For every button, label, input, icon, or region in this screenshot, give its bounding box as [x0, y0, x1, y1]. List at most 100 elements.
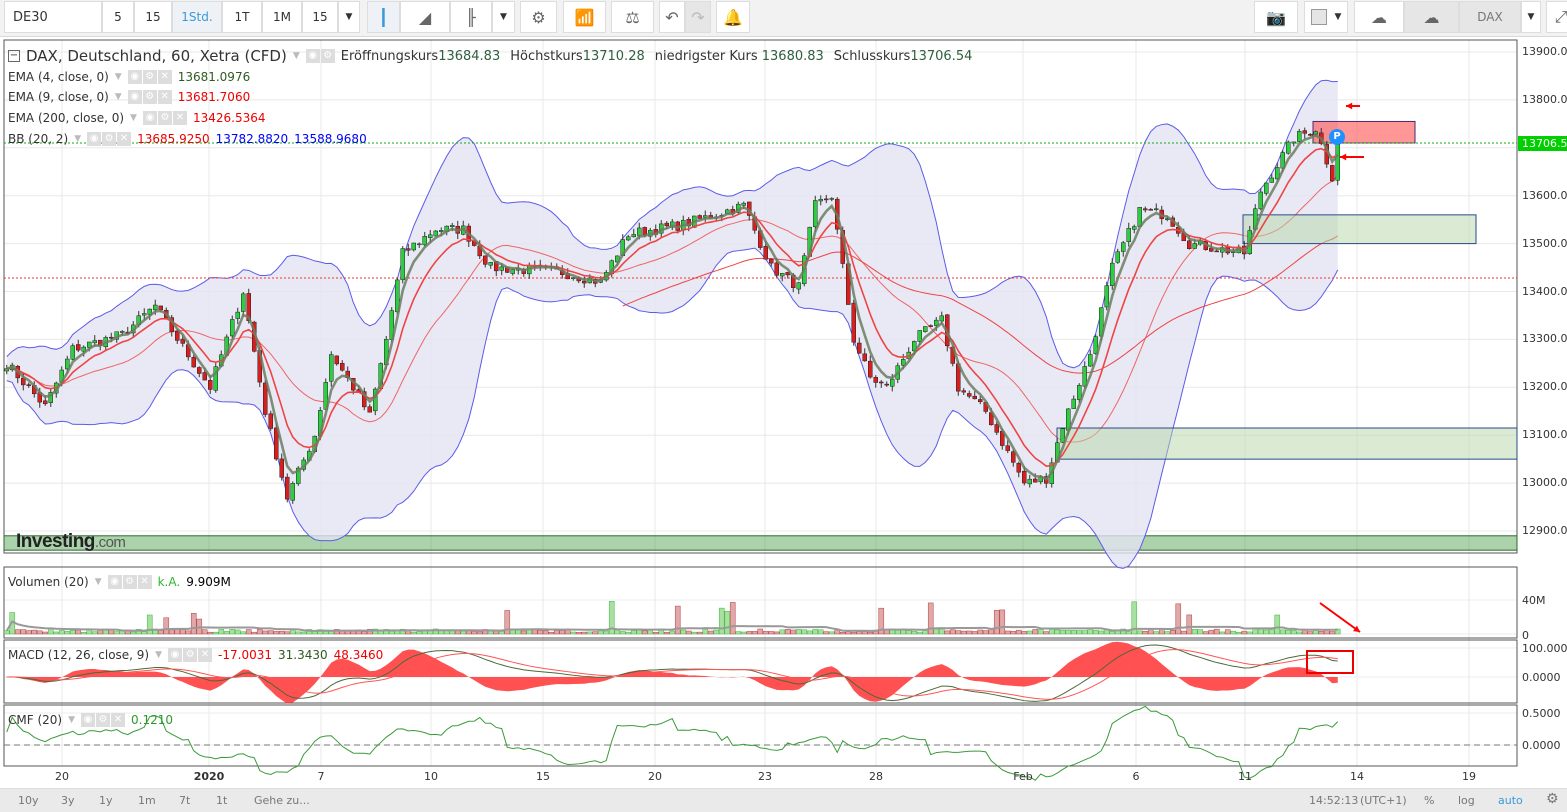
- volume-label[interactable]: Volumen (20): [8, 575, 89, 589]
- interval-1m[interactable]: 1M: [262, 1, 302, 33]
- high-value: 13710.28: [582, 48, 645, 64]
- goto-button[interactable]: Gehe zu...: [254, 794, 310, 807]
- volume-bar: [784, 629, 791, 635]
- close-icon[interactable]: ✕: [137, 575, 152, 589]
- gear-icon[interactable]: ⚙: [102, 132, 117, 146]
- eye-icon[interactable]: ◉: [107, 575, 122, 589]
- eye-icon[interactable]: ◉: [127, 70, 142, 84]
- range-3y[interactable]: 3y: [61, 794, 75, 807]
- close-icon[interactable]: ✕: [111, 713, 126, 727]
- series-title[interactable]: DAX, Deutschland, 60, Xetra (CFD): [26, 47, 287, 65]
- close-icon[interactable]: ✕: [117, 132, 132, 146]
- volume-bar: [42, 631, 49, 635]
- chevron-down-icon[interactable]: ▼: [68, 715, 75, 725]
- eye-icon[interactable]: ◉: [142, 111, 157, 125]
- indicator-controls[interactable]: ◉ ⚙ ✕: [127, 70, 172, 84]
- chevron-down-icon[interactable]: ▼: [115, 92, 122, 102]
- indicator-controls[interactable]: ◉ ⚙ ✕: [107, 575, 152, 589]
- interval-dropdown[interactable]: ▼: [338, 1, 360, 33]
- range-1y[interactable]: 1y: [99, 794, 113, 807]
- series-controls[interactable]: ◉ ⚙: [305, 49, 335, 63]
- gear-icon[interactable]: ⚙: [142, 90, 157, 104]
- indicator-controls[interactable]: ◉ ⚙ ✕: [142, 111, 187, 125]
- layout-select[interactable]: DAX: [1459, 1, 1521, 33]
- layout-dropdown[interactable]: ▼: [1521, 1, 1541, 33]
- fullscreen-button[interactable]: ⤢: [1546, 1, 1567, 33]
- percent-toggle[interactable]: %: [1424, 794, 1434, 807]
- eye-icon[interactable]: ◉: [87, 132, 102, 146]
- eye-icon[interactable]: ◉: [127, 90, 142, 104]
- chevron-down-icon[interactable]: ▼: [155, 650, 162, 660]
- clock-timezone[interactable]: (UTC+1): [1360, 794, 1407, 807]
- interval-15[interactable]: 15: [134, 1, 172, 33]
- candle: [1187, 240, 1192, 250]
- close-icon[interactable]: ✕: [157, 70, 172, 84]
- area-chart-button[interactable]: ◢: [400, 1, 450, 33]
- bb-label[interactable]: BB (20, 2): [8, 132, 68, 146]
- gear-icon[interactable]: ⚙: [183, 648, 198, 662]
- range-10y[interactable]: 10y: [18, 794, 39, 807]
- interval-1h[interactable]: 1Std.: [172, 1, 222, 33]
- indicator-controls[interactable]: ◉ ⚙ ✕: [168, 648, 213, 662]
- candle: [263, 382, 268, 415]
- indicator-controls[interactable]: ◉ ⚙ ✕: [127, 90, 172, 104]
- indicator-controls[interactable]: ◉ ⚙ ✕: [87, 132, 132, 146]
- candle: [1005, 445, 1010, 451]
- bar-chart-button[interactable]: ╟: [450, 1, 492, 33]
- ema4-label[interactable]: EMA (4, close, 0): [8, 70, 109, 84]
- macd-label[interactable]: MACD (12, 26, close, 9): [8, 648, 149, 662]
- gear-icon[interactable]: ⚙: [122, 575, 137, 589]
- close-icon[interactable]: ✕: [172, 111, 187, 125]
- candle: [972, 395, 977, 400]
- symbol-input[interactable]: DE30: [4, 1, 102, 33]
- candles-button[interactable]: ┃: [367, 1, 400, 33]
- eye-icon[interactable]: ◉: [305, 49, 320, 63]
- chevron-down-icon[interactable]: ▼: [115, 72, 122, 82]
- volume-bar: [36, 630, 43, 635]
- alert-button[interactable]: 🔔: [716, 1, 750, 33]
- gear-icon[interactable]: ⚙: [1546, 791, 1559, 807]
- screenshot-button[interactable]: 📷: [1254, 1, 1298, 33]
- redo-button[interactable]: ↷: [685, 1, 711, 33]
- gear-icon[interactable]: ⚙: [96, 713, 111, 727]
- compare-button[interactable]: ⚖: [611, 1, 654, 33]
- range-1m[interactable]: 1m: [138, 794, 156, 807]
- range-7t[interactable]: 7t: [179, 794, 190, 807]
- chart-type-dropdown[interactable]: ▼: [492, 1, 515, 33]
- close-icon[interactable]: ✕: [198, 648, 213, 662]
- volume-bar: [806, 630, 813, 635]
- candle: [923, 326, 928, 332]
- gear-icon[interactable]: ⚙: [142, 70, 157, 84]
- collapse-icon[interactable]: −: [8, 50, 20, 62]
- interval-5[interactable]: 5: [102, 1, 134, 33]
- candle: [76, 344, 81, 351]
- ema9-label[interactable]: EMA (9, close, 0): [8, 90, 109, 104]
- interval-custom[interactable]: 15: [302, 1, 338, 33]
- ema200-label[interactable]: EMA (200, close, 0): [8, 111, 124, 125]
- close-icon[interactable]: ✕: [157, 90, 172, 104]
- eye-icon[interactable]: ◉: [168, 648, 183, 662]
- undo-button[interactable]: ↶: [659, 1, 685, 33]
- indicators-button[interactable]: 📶: [563, 1, 606, 33]
- cmf-label[interactable]: CMF (20): [8, 713, 62, 727]
- candle: [813, 200, 818, 228]
- chevron-down-icon[interactable]: ▼: [95, 577, 102, 587]
- interval-1d[interactable]: 1T: [222, 1, 262, 33]
- color-button[interactable]: ▼: [1304, 1, 1348, 33]
- chevron-down-icon[interactable]: ▼: [130, 113, 137, 123]
- save-chart-button[interactable]: ☁: [1404, 1, 1459, 33]
- chevron-down-icon[interactable]: ▼: [293, 51, 300, 61]
- gear-icon[interactable]: ⚙: [320, 49, 335, 63]
- settings-button[interactable]: ⚙: [520, 1, 557, 33]
- gear-icon[interactable]: ⚙: [157, 111, 172, 125]
- range-1t[interactable]: 1t: [216, 794, 227, 807]
- candle: [703, 215, 708, 218]
- auto-toggle[interactable]: auto: [1498, 794, 1523, 807]
- date-tick: 2020: [193, 770, 225, 783]
- position-marker[interactable]: P: [1329, 129, 1345, 145]
- indicator-controls[interactable]: ◉ ⚙ ✕: [81, 713, 126, 727]
- chevron-down-icon[interactable]: ▼: [74, 134, 81, 144]
- load-chart-button[interactable]: ☁: [1354, 1, 1404, 33]
- log-toggle[interactable]: log: [1458, 794, 1475, 807]
- eye-icon[interactable]: ◉: [81, 713, 96, 727]
